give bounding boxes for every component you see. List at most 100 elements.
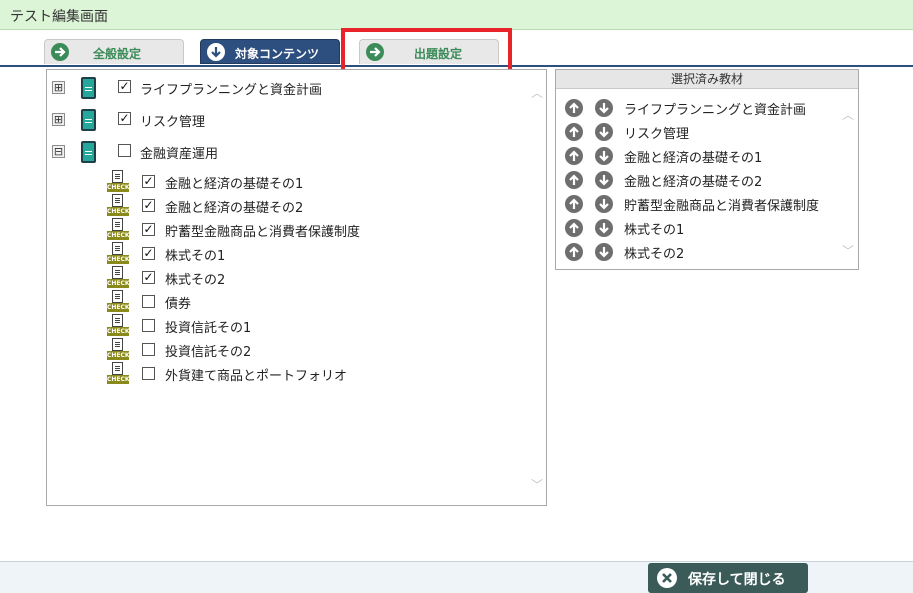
child-checkbox[interactable]: ✓ [142,175,155,188]
book-icon [81,77,96,99]
move-up-icon[interactable] [565,147,583,165]
selected-item-label: 貯蓄型金融商品と消費者保護制度 [624,199,820,214]
window-title: テスト編集画面 [10,9,108,25]
move-up-icon[interactable] [565,99,583,117]
child-checkbox[interactable]: ✓ [142,271,155,284]
scroll-down-icon[interactable]: ﹀ [531,476,545,492]
tree-child-row: CHECK 債券 [47,290,527,314]
tab-target-contents[interactable]: 対象コンテンツ [200,39,340,64]
group-label: ライフプランニングと資金計画 [140,83,323,98]
selected-materials-panel[interactable]: 選択済み教材 ︿ ﹀ ライフプランニングと資金計画 リスク管理 金融と経済の基礎その… [555,69,859,270]
move-up-icon[interactable] [565,195,583,213]
check-document-icon: CHECK [106,266,130,290]
tree-child-row: CHECK 投資信託その2 [47,338,527,362]
tab-label: 全般設定 [93,47,142,61]
selected-item-label: 金融と経済の基礎その2 [624,175,763,190]
check-badge: CHECK [107,351,130,360]
book-icon [81,141,96,163]
selected-header: 選択済み教材 [556,70,858,89]
close-icon [657,568,677,588]
group-checkbox[interactable]: ✓ [118,80,131,93]
selected-item-label: 株式その2 [624,247,685,262]
child-checkbox[interactable] [142,367,155,380]
child-label: 債券 [165,297,192,312]
child-label: 投資信託その2 [165,345,252,360]
tree-child-row: CHECK ✓ 金融と経済の基礎その1 [47,170,527,194]
move-down-icon[interactable] [595,171,613,189]
check-document-icon: CHECK [106,218,130,242]
tree-child-row: CHECK 投資信託その1 [47,314,527,338]
selected-item-label: 金融と経済の基礎その1 [624,151,763,166]
check-document-icon: CHECK [106,242,130,266]
check-badge: CHECK [107,207,130,216]
check-document-icon: CHECK [106,338,130,362]
check-badge: CHECK [107,327,130,336]
collapse-icon[interactable]: ⊟ [52,145,65,158]
child-checkbox[interactable]: ✓ [142,247,155,260]
selected-item[interactable]: ライフプランニングと資金計画 [556,96,846,120]
check-document-icon: CHECK [106,362,130,386]
content-tree[interactable]: ︿ ﹀ ⊞ ✓ ライフプランニングと資金計画 ⊞ ✓ リスク管理 ⊟ 金融資産運… [46,69,547,506]
move-down-icon[interactable] [595,195,613,213]
move-down-icon[interactable] [595,243,613,261]
move-up-icon[interactable] [565,243,583,261]
child-checkbox[interactable]: ✓ [142,199,155,212]
child-label: 外貨建て商品とポートフォリオ [165,369,348,384]
move-down-icon[interactable] [595,123,613,141]
check-badge: CHECK [107,375,130,384]
arrow-down-icon [207,43,225,61]
expand-icon[interactable]: ⊞ [52,113,65,126]
book-icon [81,109,96,131]
tab-general-settings[interactable]: 全般設定 [44,39,184,64]
tree-child-row: CHECK ✓ 貯蓄型金融商品と消費者保護制度 [47,218,527,242]
tree-group: ⊞ ✓ ライフプランニングと資金計画 [47,76,527,100]
selected-item-label: リスク管理 [624,127,690,142]
selected-item[interactable]: 貯蓄型金融商品と消費者保護制度 [556,192,846,216]
child-checkbox[interactable] [142,343,155,356]
save-close-button[interactable]: 保存して閉じる [648,563,808,593]
child-label: 貯蓄型金融商品と消費者保護制度 [165,225,361,240]
check-badge: CHECK [107,279,130,288]
selected-item-label: 株式その1 [624,223,685,238]
tree-group: ⊞ ✓ リスク管理 [47,108,527,132]
selected-item[interactable]: 金融と経済の基礎その2 [556,168,846,192]
highlight-annotation [341,28,512,73]
check-badge: CHECK [107,183,130,192]
tree-group: ⊟ 金融資産運用 [47,140,527,164]
move-up-icon[interactable] [565,219,583,237]
title-bar: テスト編集画面 [0,0,913,30]
group-checkbox[interactable] [118,144,131,157]
child-checkbox[interactable] [142,295,155,308]
move-down-icon[interactable] [595,219,613,237]
selected-item[interactable]: 株式その2 [556,240,846,264]
check-document-icon: CHECK [106,290,130,314]
child-label: 株式その1 [165,249,226,264]
selected-item[interactable]: 株式その1 [556,216,846,240]
check-badge: CHECK [107,231,130,240]
selected-item[interactable]: 金融と経済の基礎その1 [556,144,846,168]
group-checkbox[interactable]: ✓ [118,112,131,125]
child-label: 株式その2 [165,273,226,288]
group-label: 金融資産運用 [140,147,219,162]
child-checkbox[interactable]: ✓ [142,223,155,236]
move-down-icon[interactable] [595,99,613,117]
child-label: 金融と経済の基礎その2 [165,201,304,216]
child-label: 投資信託その1 [165,321,252,336]
move-up-icon[interactable] [565,171,583,189]
move-up-icon[interactable] [565,123,583,141]
scroll-up-icon[interactable]: ︿ [531,84,545,100]
check-document-icon: CHECK [106,170,130,194]
selected-item[interactable]: リスク管理 [556,120,846,144]
arrow-right-icon [51,43,69,61]
group-label: リスク管理 [140,115,206,130]
tree-child-row: CHECK ✓ 金融と経済の基礎その2 [47,194,527,218]
expand-icon[interactable]: ⊞ [52,81,65,94]
move-down-icon[interactable] [595,147,613,165]
save-close-label: 保存して閉じる [688,572,786,588]
child-label: 金融と経済の基礎その1 [165,177,304,192]
selected-item-label: ライフプランニングと資金計画 [624,103,807,118]
child-checkbox[interactable] [142,319,155,332]
check-document-icon: CHECK [106,194,130,218]
check-badge: CHECK [107,303,130,312]
tab-label: 対象コンテンツ [235,47,320,61]
